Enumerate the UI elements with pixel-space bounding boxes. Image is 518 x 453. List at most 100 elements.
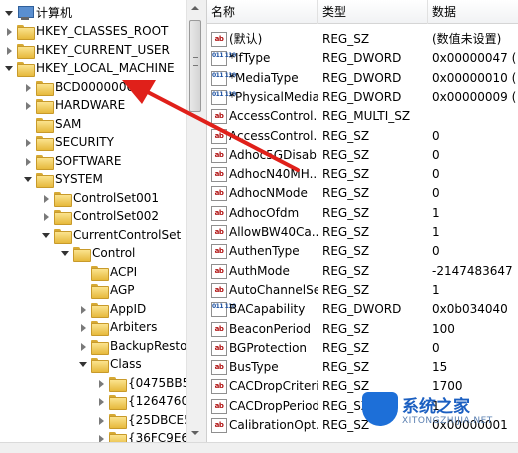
string-value-icon: ab (211, 32, 227, 47)
expand-arrow-icon[interactable] (79, 324, 87, 332)
tree-item-label: AGP (110, 283, 135, 297)
value-name-cell: ab AccessControl... (207, 127, 318, 146)
scrollbar-thumb[interactable] (189, 20, 201, 112)
value-name: CalibrationOpt... (229, 418, 318, 432)
value-name-cell: ab AuthMode (207, 262, 318, 281)
value-name: *IfType (229, 51, 271, 66)
registry-value-row[interactable]: ab AdhocNMode REG_SZ 0 (207, 184, 518, 203)
dword-value-icon: 011 110 (211, 89, 236, 105)
expand-arrow-icon[interactable] (79, 342, 87, 351)
expand-arrow-icon[interactable] (97, 379, 105, 388)
tree-item-label: 计算机 (36, 6, 73, 20)
expand-arrow-icon[interactable] (24, 83, 32, 92)
value-name-cell: abAutoChannelSe... (207, 281, 318, 300)
value-type: REG_DWORD (322, 51, 402, 66)
registry-value-row[interactable]: ab BeaconPeriod REG_SZ 100 (207, 320, 518, 339)
value-name: (默认) (229, 32, 263, 46)
value-name-cell: ab AdhocN40MH... (207, 165, 318, 184)
value-name-cell: 011 110 BACapability (207, 300, 318, 319)
column-header-name[interactable]: 名称 (207, 0, 318, 24)
tree-vertical-scrollbar[interactable] (186, 0, 203, 442)
value-type: REG_SZ (322, 282, 370, 297)
collapse-arrow-icon[interactable] (61, 250, 69, 258)
registry-value-row[interactable]: ab BGProtection REG_SZ 0 (207, 339, 518, 358)
registry-value-row[interactable]: ab AllowBW40Ca... REG_SZ 1 (207, 223, 518, 242)
expand-arrow-icon[interactable] (24, 157, 32, 166)
dword-value-icon: 011 110 (211, 70, 236, 86)
registry-value-row[interactable]: ab AccessControl... REG_MULTI_SZ (207, 107, 518, 126)
tree-item-label: HARDWARE (55, 98, 126, 112)
expand-arrow-icon[interactable] (42, 213, 50, 221)
registry-value-row[interactable]: ab AdhocN40MH... REG_SZ 0 (207, 165, 518, 184)
horizontal-scrollbar[interactable] (0, 442, 518, 453)
value-type: REG_DWORD (322, 70, 402, 85)
registry-tree[interactable]: 计算机 HKEY_CLASSES_ROOT HKEY_CURRENT_USER HK… (0, 0, 201, 442)
collapse-arrow-icon[interactable] (5, 65, 13, 73)
registry-value-row[interactable]: ab BusType REG_SZ 15 (207, 358, 518, 377)
value-name: CACDropCriteria (229, 379, 318, 394)
expand-arrow-icon[interactable] (24, 102, 32, 110)
column-header-data[interactable]: 数据 (428, 0, 518, 24)
registry-value-row[interactable]: 011 110 *MediaType REG_DWORD 0x00000010 ( (207, 69, 518, 88)
string-value-icon: ab (211, 321, 227, 337)
folder-icon (91, 302, 109, 318)
value-name: AdhocOfdm (229, 205, 300, 220)
registry-value-row[interactable]: ab AdhocOfdm REG_SZ 1 (207, 204, 518, 223)
value-name: AdhocNMode (229, 186, 308, 201)
collapse-arrow-icon[interactable] (79, 361, 87, 369)
value-type: REG_SZ (322, 147, 370, 162)
registry-value-row[interactable]: ab Adhoc5GDisable REG_SZ 0 (207, 146, 518, 165)
registry-value-row[interactable]: abAutoChannelSe... REG_SZ 1 (207, 281, 518, 300)
collapse-arrow-icon[interactable] (24, 176, 32, 184)
registry-value-row[interactable]: 011 110 *IfType REG_DWORD 0x00000047 ( (207, 49, 518, 68)
column-header-type[interactable]: 类型 (318, 0, 428, 24)
collapse-arrow-icon[interactable] (42, 232, 50, 240)
folder-icon (36, 80, 54, 96)
registry-values-list[interactable]: 名称 类型 数据 ab (默认) REG_SZ (数值未设置) 011 110 *IfTy… (207, 0, 518, 442)
value-data: 0 (432, 128, 440, 143)
registry-value-row[interactable]: 011 110*PhysicalMedia... REG_DWORD 0x00000… (207, 88, 518, 107)
dword-value-icon: 011 110 (211, 51, 236, 67)
registry-value-row[interactable]: ab AuthMode REG_SZ -2147483647 (207, 262, 518, 281)
registry-value-row[interactable]: ab AuthenType REG_SZ 0 (207, 242, 518, 261)
expand-arrow-icon[interactable] (5, 28, 13, 36)
folder-icon (109, 432, 127, 442)
registry-value-row[interactable]: 011 110 BACapability REG_DWORD 0x0b034040 (207, 300, 518, 319)
value-name-cell: ab Adhoc5GDisable (207, 146, 318, 165)
registry-value-row[interactable]: ab (默认) REG_SZ (数值未设置) (207, 30, 518, 49)
folder-icon (109, 413, 127, 429)
scroll-up-arrow-icon[interactable] (187, 0, 203, 17)
value-name-cell: 011 110*PhysicalMedia... (207, 88, 318, 107)
value-type: REG_SZ (322, 32, 370, 46)
expand-arrow-icon[interactable] (5, 46, 13, 55)
value-name-cell: ab (默认) (207, 30, 318, 49)
folder-icon (36, 154, 54, 170)
folder-icon (36, 136, 54, 151)
expand-arrow-icon[interactable] (24, 139, 32, 147)
value-name-cell: ab CalibrationOpt... (207, 416, 318, 435)
folder-icon (36, 173, 54, 188)
string-value-icon: ab (211, 244, 227, 260)
registry-value-row[interactable]: ab AccessControl... REG_SZ 0 (207, 127, 518, 146)
value-type: REG_SZ (322, 128, 370, 143)
tree-item-label: Class (110, 357, 142, 371)
value-data: 100 (432, 321, 455, 336)
expand-arrow-icon[interactable] (79, 305, 87, 314)
value-name: *MediaType (229, 70, 299, 85)
tree-item-label: SOFTWARE (55, 153, 122, 168)
expand-arrow-icon[interactable] (97, 435, 105, 442)
tree-item-label: SYSTEM (55, 172, 103, 186)
expand-arrow-icon[interactable] (5, 10, 13, 18)
expand-arrow-icon[interactable] (42, 194, 50, 203)
tree-item-label: SAM (55, 116, 82, 131)
value-data: 1 (432, 282, 440, 297)
expand-arrow-icon[interactable] (97, 398, 105, 406)
folder-icon (91, 265, 109, 281)
tree-item-label: ACPI (110, 264, 138, 279)
value-name: AutoChannelSe... (229, 282, 318, 297)
value-type: REG_SZ (322, 321, 370, 336)
value-data: 0 (432, 186, 440, 201)
expand-arrow-icon[interactable] (97, 416, 105, 425)
scroll-down-arrow-icon[interactable] (187, 425, 203, 442)
watermark-url: XITONGZHIJIA.NET (402, 416, 493, 426)
